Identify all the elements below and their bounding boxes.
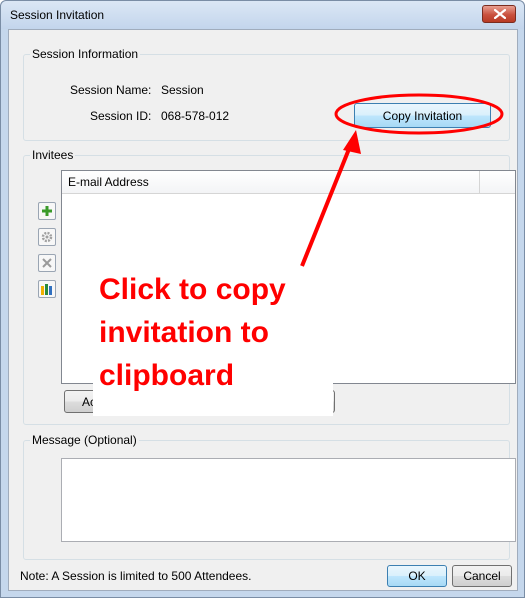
copy-invitation-button[interactable]: Copy Invitation <box>354 103 491 128</box>
session-id-value: 068-578-012 <box>161 109 230 123</box>
list-header: E-mail Address <box>62 171 515 194</box>
session-name-label: Session Name: <box>70 83 152 97</box>
people-icon <box>41 284 52 295</box>
session-name-value: Session <box>161 83 204 97</box>
session-information-group: Session Information Session Name: Sessio… <box>23 47 510 141</box>
add-invitee-button[interactable] <box>38 202 56 220</box>
annotation-line-2: invitation to <box>99 316 269 349</box>
attendee-limit-note: Note: A Session is limited to 500 Attend… <box>20 569 252 583</box>
email-address-column-header[interactable]: E-mail Address <box>62 171 480 193</box>
settings-icon <box>41 231 53 243</box>
ok-button[interactable]: OK <box>387 565 447 587</box>
address-book-button[interactable] <box>38 280 56 298</box>
edit-invitee-button[interactable] <box>38 228 56 246</box>
close-button[interactable] <box>482 5 516 23</box>
session-information-label: Session Information <box>30 47 141 61</box>
session-id-label: Session ID: <box>90 109 152 123</box>
remove-invitee-button[interactable] <box>38 254 56 272</box>
annotation-line-1: Click to copy <box>99 273 286 306</box>
close-icon <box>494 9 506 19</box>
delete-icon <box>42 258 52 268</box>
title-bar: Session Invitation <box>1 1 524 29</box>
invitees-label: Invitees <box>30 148 76 162</box>
message-input[interactable] <box>61 458 516 542</box>
annotation-line-3: clipboard <box>99 359 235 392</box>
window-title: Session Invitation <box>10 8 105 22</box>
add-icon <box>42 206 52 216</box>
cancel-button[interactable]: Cancel <box>452 565 512 587</box>
annotation-callout: Click to copy invitation to clipboard <box>99 268 339 397</box>
message-label: Message (Optional) <box>30 433 139 447</box>
